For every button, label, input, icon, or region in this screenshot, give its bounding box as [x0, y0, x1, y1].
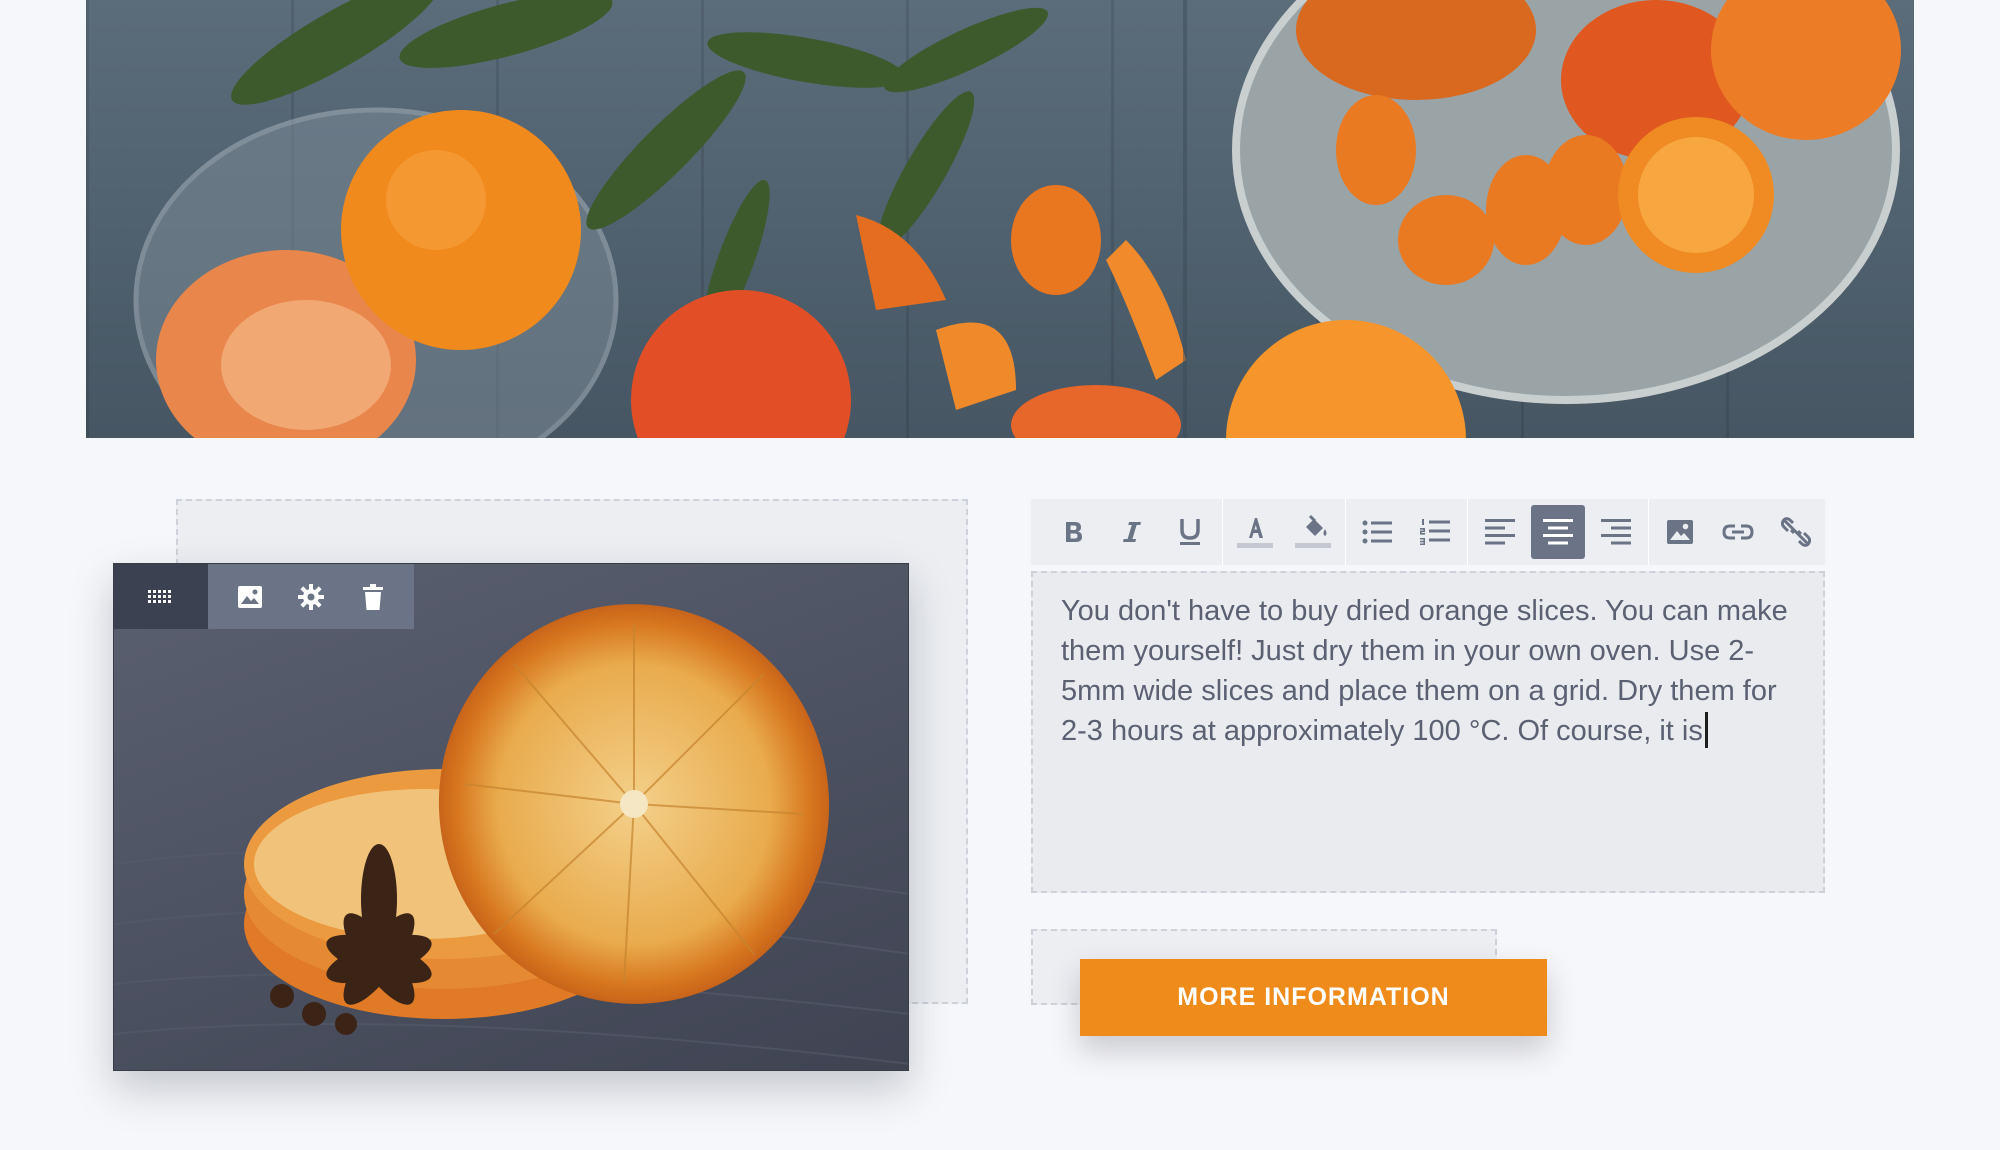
toolbar-separator	[1467, 499, 1468, 565]
page: You don't have to buy dried orange slice…	[0, 0, 2000, 1150]
insert-group	[1651, 499, 1825, 565]
replace-image-button[interactable]	[230, 577, 270, 617]
editor-content[interactable]: You don't have to buy dried orange slice…	[1061, 591, 1795, 751]
list-group	[1348, 499, 1464, 565]
delete-button[interactable]	[353, 577, 393, 617]
align-right-icon	[1600, 519, 1631, 545]
hero-illustration	[133, 0, 1901, 438]
text-style-group	[1045, 499, 1219, 565]
underline-button[interactable]	[1163, 505, 1217, 559]
underline-icon	[1180, 519, 1200, 545]
italic-button[interactable]	[1105, 505, 1159, 559]
image-module-toolbar	[114, 564, 414, 629]
align-left-icon	[1484, 519, 1515, 545]
more-information-button[interactable]: MORE INFORMATION	[1080, 959, 1547, 1036]
bulleted-list-button[interactable]	[1350, 505, 1404, 559]
align-left-button[interactable]	[1473, 505, 1527, 559]
numbered-list-icon	[1420, 519, 1450, 545]
bold-icon	[1066, 522, 1082, 542]
text-color-icon	[1236, 518, 1273, 548]
fill-color-button[interactable]	[1286, 505, 1340, 559]
numbered-list-button[interactable]	[1408, 505, 1462, 559]
align-center-button[interactable]	[1530, 505, 1585, 559]
unlink-icon	[1781, 517, 1811, 547]
image-icon	[237, 585, 262, 608]
insert-image-button[interactable]	[1653, 505, 1707, 559]
toolbar-separator	[1222, 499, 1223, 565]
align-center-icon	[1542, 519, 1573, 545]
fill-color-icon	[1294, 514, 1331, 548]
insert-image-icon	[1667, 520, 1693, 544]
bulleted-list-icon	[1362, 520, 1392, 544]
text-caret	[1704, 712, 1708, 748]
link-button[interactable]	[1711, 505, 1765, 559]
drag-handle[interactable]	[114, 564, 208, 629]
hero-image	[86, 0, 1914, 438]
toolbar-separator	[1647, 499, 1648, 565]
trash-icon	[362, 583, 383, 610]
image-module[interactable]	[113, 563, 909, 1071]
toolbar-separator	[1344, 499, 1345, 565]
color-group	[1226, 499, 1342, 565]
unlink-button[interactable]	[1769, 505, 1823, 559]
italic-icon	[1123, 522, 1141, 542]
gear-icon	[298, 583, 324, 610]
link-icon	[1722, 524, 1754, 540]
align-right-button[interactable]	[1589, 505, 1643, 559]
drag-handle-icon	[148, 589, 171, 603]
alignment-group	[1471, 499, 1645, 565]
settings-button[interactable]	[291, 577, 331, 617]
editor-text: You don't have to buy dried orange slice…	[1061, 595, 1788, 747]
rich-text-toolbar	[1031, 499, 1825, 565]
image-module-actions	[208, 564, 414, 629]
text-color-button[interactable]	[1228, 505, 1282, 559]
bold-button[interactable]	[1047, 505, 1101, 559]
dried-orange-photo	[114, 604, 908, 1065]
rich-text-editor[interactable]: You don't have to buy dried orange slice…	[1031, 571, 1825, 893]
